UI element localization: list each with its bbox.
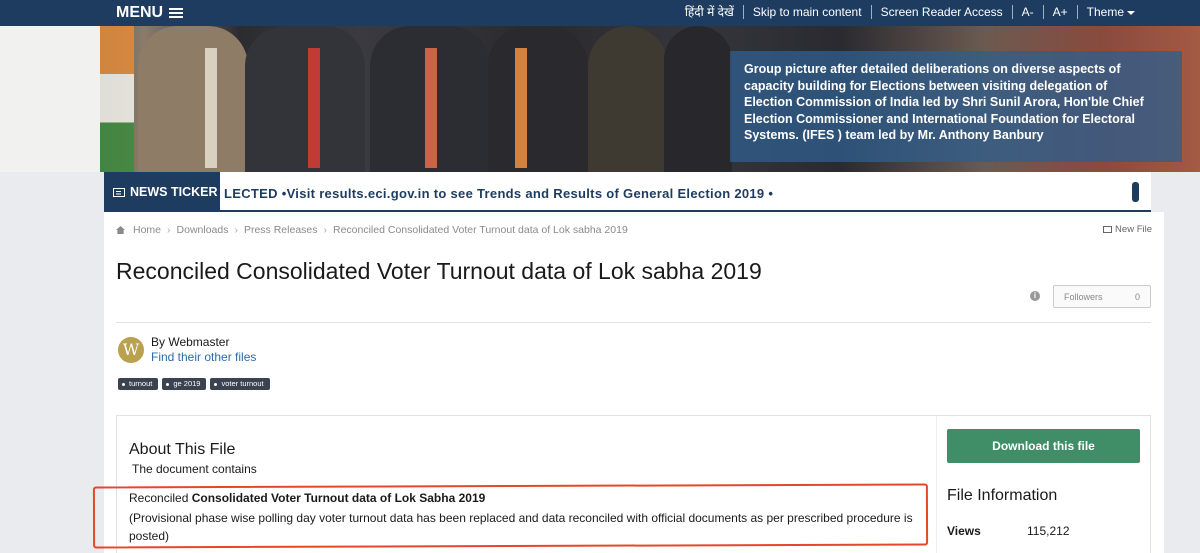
flag-image	[100, 26, 134, 172]
about-file-section: About This File The document contains Re…	[92, 415, 1151, 553]
hero-banner: Group picture after detailed deliberatio…	[0, 26, 1200, 172]
ticker-text[interactable]: LECTED •Visit results.eci.gov.in to see …	[224, 186, 773, 201]
chevron-right-icon: ›	[323, 224, 328, 236]
chevron-right-icon: ›	[167, 224, 171, 236]
ticker-label-text: NEWS TICKER	[130, 185, 218, 199]
avatar[interactable]: W	[118, 337, 144, 363]
chevron-right-icon: ›	[234, 224, 238, 236]
top-bar: MENU हिंदी में देखें Skip to main conten…	[0, 0, 1200, 26]
page-title: Reconciled Consolidated Voter Turnout da…	[116, 258, 762, 284]
views-value: 115,212	[1027, 524, 1070, 538]
new-file-link[interactable]: New File	[1103, 224, 1152, 235]
author-byline: By Webmaster	[151, 335, 230, 349]
followers-count: 0	[1134, 291, 1140, 302]
document-icon	[1103, 226, 1113, 233]
file-information-title: File Information	[947, 487, 1058, 504]
ticker-pause-handle[interactable]	[1132, 182, 1139, 202]
sidebar-divider	[936, 416, 937, 553]
menu-button[interactable]: MENU	[116, 4, 184, 22]
views-label: Views	[947, 524, 981, 538]
person-figure	[245, 26, 365, 172]
breadcrumb-downloads[interactable]: Downloads	[177, 224, 229, 236]
home-icon	[116, 226, 125, 234]
hamburger-icon	[169, 7, 184, 19]
newspaper-icon	[113, 187, 125, 197]
person-figure	[138, 26, 248, 172]
highlight-annotation	[92, 483, 929, 549]
caret-down-icon	[1127, 10, 1135, 15]
breadcrumb: Home › Downloads › Press Releases › Reco…	[116, 224, 628, 236]
tag-turnout[interactable]: turnout	[118, 378, 159, 390]
news-ticker: NEWS TICKER LECTED •Visit results.eci.go…	[104, 172, 1151, 212]
divider	[116, 322, 1151, 323]
download-button[interactable]: Download this file	[947, 429, 1140, 463]
theme-dropdown[interactable]: Theme	[1076, 5, 1144, 19]
font-decrease-button[interactable]: A-	[1011, 5, 1043, 19]
about-subtitle: The document contains	[132, 462, 257, 476]
skip-to-main-link[interactable]: Skip to main content	[742, 5, 871, 19]
followers-label: Followers	[1064, 291, 1103, 302]
caption-line: Election Commission of India led by Shri…	[744, 95, 1144, 109]
new-file-label: New File	[1115, 224, 1152, 235]
info-icon[interactable]: i	[1030, 291, 1040, 301]
person-figure	[488, 26, 588, 172]
caption-line: Group picture after detailed deliberatio…	[744, 62, 1121, 76]
caption-line: Election Commissioner and International …	[744, 111, 1136, 126]
hero-background	[0, 26, 100, 172]
tie-shape	[308, 48, 320, 168]
about-title: About This File	[129, 441, 236, 458]
hindi-link[interactable]: हिंदी में देखें	[676, 5, 743, 19]
tag-voter-turnout[interactable]: voter turnout	[210, 378, 270, 390]
tag-list: turnout ge 2019 voter turnout	[118, 378, 270, 390]
person-figure	[664, 26, 732, 172]
caption-line: Systems. (IFES ) team led by Mr. Anthony…	[744, 128, 1044, 142]
menu-label: MENU	[116, 4, 164, 21]
tie-shape	[425, 48, 437, 168]
breadcrumb-current: Reconciled Consolidated Voter Turnout da…	[333, 224, 628, 236]
theme-label: Theme	[1086, 5, 1124, 19]
tie-shape	[205, 48, 217, 168]
ticker-label: NEWS TICKER	[104, 172, 220, 212]
person-figure	[588, 26, 668, 172]
tie-shape	[515, 48, 527, 168]
caption-line: capacity building for Elections between …	[744, 78, 1108, 93]
breadcrumb-press-releases[interactable]: Press Releases	[244, 224, 318, 236]
main-panel: Home › Downloads › Press Releases › Reco…	[92, 212, 1164, 553]
tag-ge-2019[interactable]: ge 2019	[162, 378, 207, 390]
screen-reader-link[interactable]: Screen Reader Access	[870, 5, 1012, 19]
followers-button[interactable]: Followers 0	[1053, 285, 1151, 308]
hero-caption: Group picture after detailed deliberatio…	[730, 51, 1182, 162]
top-links: हिंदी में देखें Skip to main content Scr…	[676, 5, 1144, 19]
font-increase-button[interactable]: A+	[1042, 5, 1077, 19]
find-other-files-link[interactable]: Find their other files	[151, 350, 256, 364]
breadcrumb-home[interactable]: Home	[133, 224, 161, 236]
